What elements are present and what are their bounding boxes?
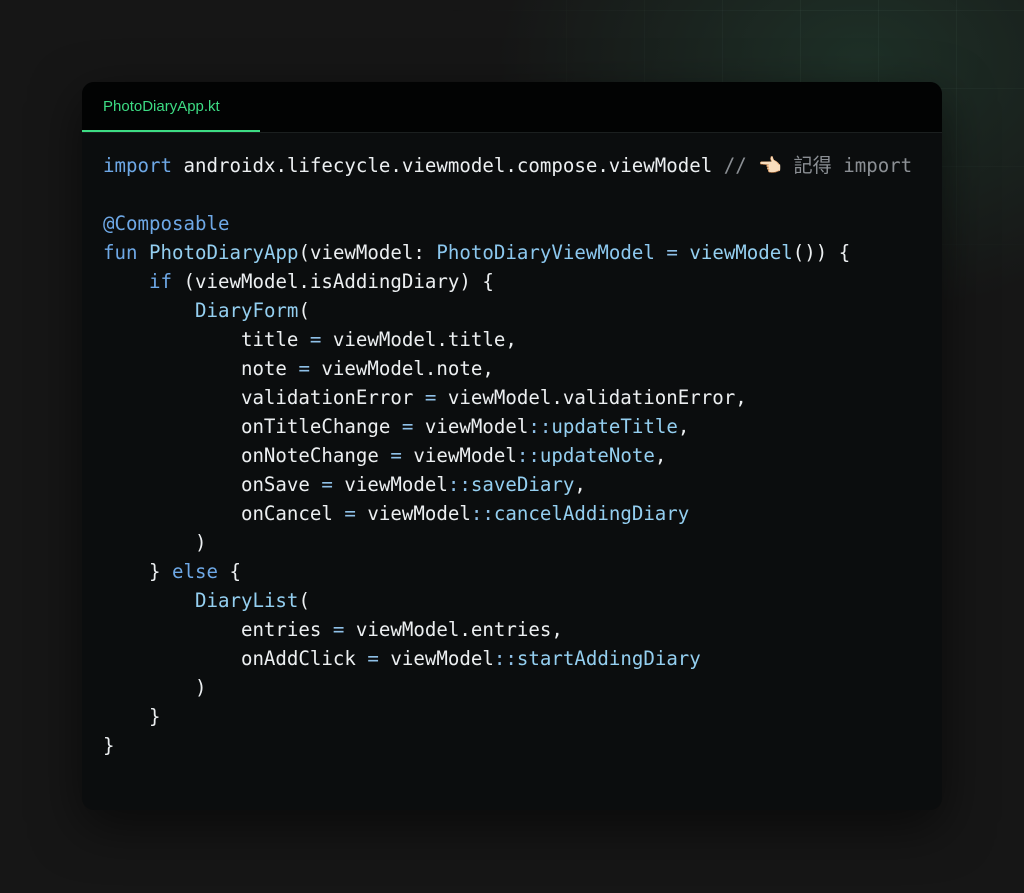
code-text: viewModel bbox=[332, 473, 448, 496]
code-text: ) bbox=[103, 531, 207, 554]
code-text: ()) { bbox=[792, 241, 851, 264]
code-line: } bbox=[103, 731, 912, 760]
code-operator: = bbox=[344, 502, 356, 525]
code-text: viewModel.entries, bbox=[344, 618, 563, 641]
code-operator: :: bbox=[470, 502, 494, 525]
code-line: DiaryList( bbox=[103, 586, 912, 615]
code-operator: = bbox=[390, 444, 402, 467]
code-function: DiaryList bbox=[194, 589, 299, 612]
code-function: DiaryForm bbox=[194, 299, 299, 322]
code-function: PhotoDiaryApp bbox=[149, 241, 299, 264]
code-keyword: else bbox=[171, 560, 218, 583]
code-text: ( bbox=[298, 299, 310, 322]
code-line: onTitleChange = viewModel::updateTitle, bbox=[103, 412, 912, 441]
code-operator: = bbox=[367, 647, 379, 670]
code-line: @Composable bbox=[103, 209, 912, 238]
code-text: (viewModel.isAddingDiary) { bbox=[171, 270, 494, 293]
code-operator: :: bbox=[447, 473, 471, 496]
code-operator: = bbox=[309, 328, 322, 351]
code-text: } bbox=[103, 560, 172, 583]
code-operator: :: bbox=[493, 647, 517, 670]
code-keyword: import bbox=[103, 154, 172, 177]
tab-photodiaryapp-kt[interactable]: PhotoDiaryApp.kt bbox=[82, 82, 260, 132]
code-text: viewModel bbox=[413, 415, 529, 438]
code-operator: = bbox=[424, 386, 437, 409]
code-line: import androidx.lifecycle.viewmodel.comp… bbox=[103, 151, 912, 180]
code-text: , bbox=[574, 473, 586, 496]
code-text: viewModel bbox=[378, 647, 494, 670]
code-text: onTitleChange bbox=[103, 415, 402, 438]
code-operator: :: bbox=[516, 444, 540, 467]
code-text: { bbox=[217, 560, 241, 583]
code-keyword: @Composable bbox=[103, 212, 230, 235]
code-editor[interactable]: import androidx.lifecycle.viewmodel.comp… bbox=[103, 151, 912, 760]
code-function: updateNote bbox=[539, 444, 655, 467]
code-line: onNoteChange = viewModel::updateNote, bbox=[103, 441, 912, 470]
code-function: cancelAddingDiary bbox=[493, 502, 690, 525]
code-text: androidx.lifecycle.viewmodel.compose.vie… bbox=[171, 154, 724, 177]
code-text: viewModel.title, bbox=[321, 328, 517, 351]
code-line: DiaryForm( bbox=[103, 296, 912, 325]
code-text: onNoteChange bbox=[103, 444, 391, 467]
code-function: updateTitle bbox=[551, 415, 678, 438]
code-text: (viewModel: bbox=[298, 241, 437, 264]
code-line: note = viewModel.note, bbox=[103, 354, 912, 383]
code-text: onSave bbox=[103, 473, 322, 496]
code-line: onSave = viewModel::saveDiary, bbox=[103, 470, 912, 499]
code-text: onAddClick bbox=[103, 647, 368, 670]
code-line: ) bbox=[103, 673, 912, 702]
code-text: } bbox=[103, 734, 115, 757]
code-line: onCancel = viewModel::cancelAddingDiary bbox=[103, 499, 912, 528]
code-line: } bbox=[103, 702, 912, 731]
code-line: ) bbox=[103, 528, 912, 557]
code-type: PhotoDiaryViewModel bbox=[436, 241, 655, 264]
code-operator: = bbox=[332, 618, 345, 641]
code-text: note bbox=[103, 357, 299, 380]
code-window: PhotoDiaryApp.kt import androidx.lifecyc… bbox=[82, 82, 942, 810]
code-operator: :: bbox=[528, 415, 552, 438]
code-text: } bbox=[103, 705, 161, 728]
code-text: viewModel.validationError, bbox=[436, 386, 747, 409]
code-text: title bbox=[103, 328, 310, 351]
code-text: onCancel bbox=[103, 502, 345, 525]
code-line: fun PhotoDiaryApp(viewModel: PhotoDiaryV… bbox=[103, 238, 912, 267]
code-text: ) bbox=[103, 676, 207, 699]
code-text: , bbox=[677, 415, 690, 438]
code-function: viewModel bbox=[689, 241, 793, 264]
code-text: , bbox=[654, 444, 667, 467]
code-text: ( bbox=[298, 589, 310, 612]
code-keyword: if bbox=[148, 270, 172, 293]
code-function: saveDiary bbox=[470, 473, 575, 496]
code-text: viewModel bbox=[401, 444, 517, 467]
code-text: viewModel bbox=[355, 502, 471, 525]
code-text: viewModel.note, bbox=[309, 357, 494, 380]
code-operator: = bbox=[666, 241, 678, 264]
code-keyword: fun bbox=[103, 241, 138, 264]
code-text: entries bbox=[103, 618, 333, 641]
code-text: validationError bbox=[103, 386, 425, 409]
tab-bar: PhotoDiaryApp.kt bbox=[82, 82, 942, 133]
code-function: startAddingDiary bbox=[516, 647, 701, 670]
code-comment: // 👈🏻 記得 import bbox=[723, 154, 913, 177]
code-line: validationError = viewModel.validationEr… bbox=[103, 383, 912, 412]
code-line: } else { bbox=[103, 557, 912, 586]
code-operator: = bbox=[298, 357, 310, 380]
code-line: if (viewModel.isAddingDiary) { bbox=[103, 267, 912, 296]
code-operator: = bbox=[321, 473, 333, 496]
code-line: title = viewModel.title, bbox=[103, 325, 912, 354]
code-operator: = bbox=[401, 415, 414, 438]
code-line: entries = viewModel.entries, bbox=[103, 615, 912, 644]
code-line: onAddClick = viewModel::startAddingDiary bbox=[103, 644, 912, 673]
